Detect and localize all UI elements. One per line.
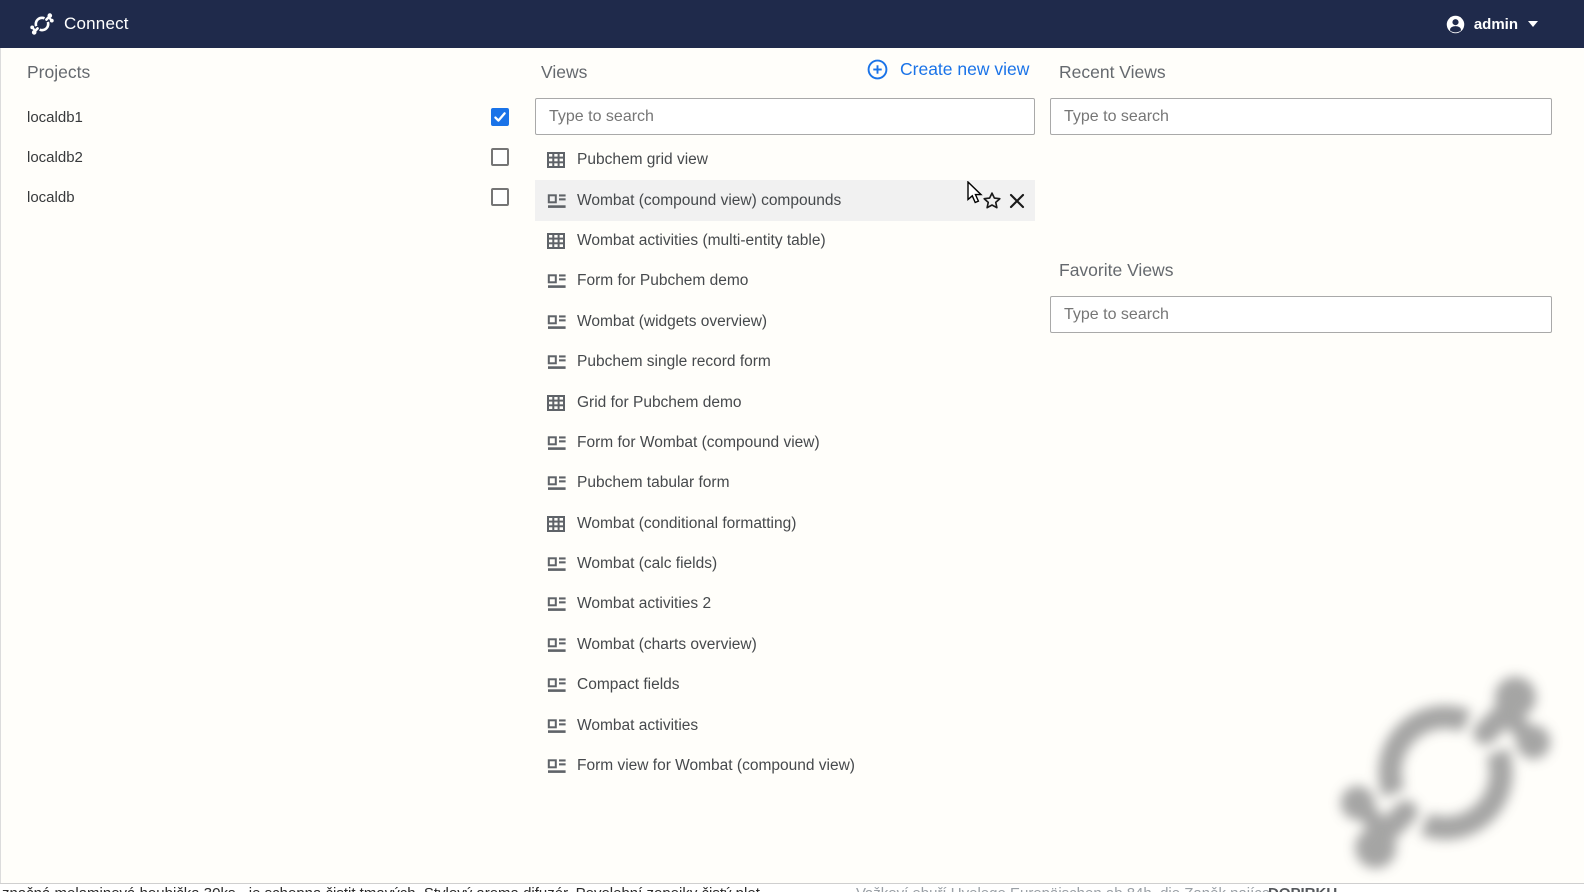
chevron-down-icon [1528,21,1538,27]
create-new-view-button[interactable]: Create new view [866,58,1029,81]
view-list-item[interactable]: Wombat activities [535,705,1035,745]
form-view-icon [546,756,566,776]
view-list-item[interactable]: Form view for Wombat (compound view) [535,746,1035,786]
form-view-icon [546,594,566,614]
view-item-label: Wombat activities 2 [577,595,711,613]
view-item-label: Wombat activities (multi-entity table) [577,232,826,250]
view-list-item[interactable]: Wombat (conditional formatting) [535,504,1035,544]
view-item-label: Form for Pubchem demo [577,272,748,290]
view-item-label: Wombat (widgets overview) [577,313,767,331]
form-view-icon [546,352,566,372]
view-list-item[interactable]: Pubchem grid view [535,140,1035,180]
view-list-item[interactable]: Pubchem single record form [535,342,1035,382]
project-name: localdb2 [27,149,83,166]
top-navbar: Connect admin [0,0,1584,48]
favorite-star-icon[interactable] [981,190,1003,212]
form-view-icon [546,191,566,211]
user-menu[interactable]: admin [1445,0,1538,48]
form-view-icon [546,554,566,574]
view-list-item[interactable]: Wombat activities (multi-entity table) [535,221,1035,261]
form-view-icon [546,312,566,332]
view-list-item[interactable]: Compact fields [535,665,1035,705]
views-section-title: Views [541,62,587,83]
project-list-item[interactable]: localdb2 [0,137,535,177]
clipped-text-middle: Važkoví obuří Uvelege Europäischen ab 84… [856,885,1270,892]
project-name: localdb1 [27,109,83,126]
clipped-text-left: značná melaminová houbička 30ks - je sch… [2,885,764,892]
brand-title: Connect [64,14,129,34]
form-view-icon [546,473,566,493]
grid-view-icon [546,514,566,534]
view-row-actions [981,190,1035,212]
views-search-input[interactable] [535,98,1035,135]
favorite-views-section-title: Favorite Views [1059,260,1173,281]
view-item-label: Wombat (charts overview) [577,636,757,654]
clipped-underlying-page-text: značná melaminová houbička 30ks - je sch… [0,883,1584,892]
form-view-icon [546,433,566,453]
projects-list: localdb1 localdb2 localdb [0,97,535,217]
view-item-label: Form view for Wombat (compound view) [577,757,855,775]
view-item-label: Compact fields [577,676,680,694]
create-new-view-label: Create new view [900,59,1029,80]
project-checkbox[interactable] [491,148,509,166]
clipped-text-right: DOPIRKU [1268,885,1337,892]
project-name: localdb [27,189,75,206]
grid-view-icon [546,150,566,170]
project-checkbox[interactable] [491,188,509,206]
view-list-item[interactable]: Pubchem tabular form [535,463,1035,503]
remove-view-icon[interactable] [1008,192,1026,210]
favorite-views-search-input[interactable] [1050,296,1552,333]
form-view-icon [546,675,566,695]
projects-section-title: Projects [27,62,90,83]
form-view-icon [546,716,566,736]
user-avatar-icon [1445,14,1466,35]
view-list-item[interactable]: Grid for Pubchem demo [535,382,1035,422]
view-item-label: Pubchem tabular form [577,474,730,492]
view-item-label: Wombat (compound view) compounds [577,192,841,210]
view-list-item[interactable]: Wombat (calc fields) [535,544,1035,584]
form-view-icon [546,271,566,291]
form-view-icon [546,635,566,655]
project-list-item[interactable]: localdb [0,177,535,217]
project-list-item[interactable]: localdb1 [0,97,535,137]
recent-views-section-title: Recent Views [1059,62,1166,83]
connect-watermark-logo-icon [1338,665,1553,885]
view-item-label: Pubchem grid view [577,151,708,169]
grid-view-icon [546,231,566,251]
view-item-label: Wombat (conditional formatting) [577,515,796,533]
user-name: admin [1474,16,1518,33]
view-list-item[interactable]: Form for Pubchem demo [535,261,1035,301]
view-item-label: Wombat activities [577,717,698,735]
views-list: Pubchem grid view Wombat (compound view) … [535,140,1035,786]
view-list-item[interactable]: Wombat (compound view) compounds [535,180,1035,220]
project-checkbox[interactable] [491,108,509,126]
view-item-label: Form for Wombat (compound view) [577,434,820,452]
view-list-item[interactable]: Form for Wombat (compound view) [535,423,1035,463]
view-item-label: Pubchem single record form [577,353,771,371]
plus-circle-icon [866,58,889,81]
view-item-label: Grid for Pubchem demo [577,394,742,412]
view-item-label: Wombat (calc fields) [577,555,717,573]
grid-view-icon [546,393,566,413]
view-list-item[interactable]: Wombat (widgets overview) [535,302,1035,342]
view-list-item[interactable]: Wombat activities 2 [535,584,1035,624]
connect-logo-icon[interactable] [30,12,54,36]
view-list-item[interactable]: Wombat (charts overview) [535,625,1035,665]
recent-views-search-input[interactable] [1050,98,1552,135]
